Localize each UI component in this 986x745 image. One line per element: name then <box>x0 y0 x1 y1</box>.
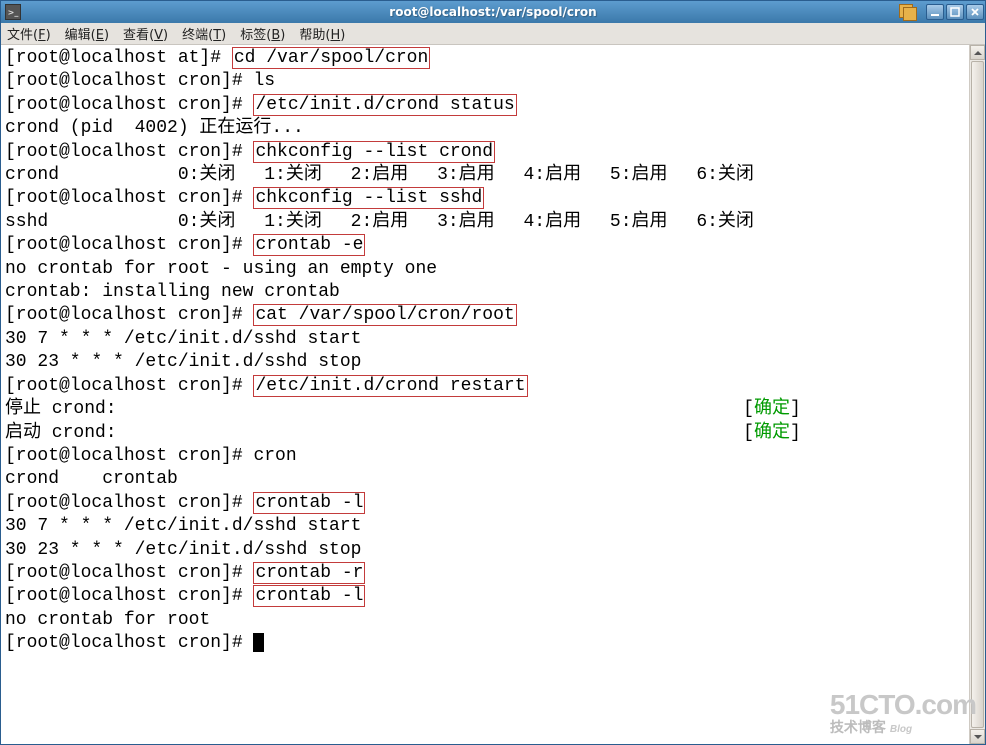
prompt: [root@localhost cron]# <box>5 142 253 162</box>
cmd-cd: cd /var/spool/cron <box>232 47 430 69</box>
window-stack-icon <box>897 3 917 21</box>
out-stop-crond: 停止 crond: <box>5 399 117 419</box>
cmd-crontab-l2: crontab -l <box>253 585 365 607</box>
prompt: [root@localhost cron]# <box>5 188 253 208</box>
menu-view[interactable]: 查看(V) <box>123 24 168 43</box>
menu-help[interactable]: 帮助(H) <box>299 24 345 43</box>
cmd-crontab-r: crontab -r <box>253 562 365 584</box>
titlebar: root@localhost:/var/spool/cron <box>1 1 985 23</box>
terminal-app-icon <box>5 4 21 20</box>
cmd-crond-restart: /etc/init.d/crond restart <box>253 375 527 397</box>
window-title: root@localhost:/var/spool/cron <box>1 5 985 19</box>
out-installing: crontab: installing new crontab <box>5 281 965 304</box>
out-tabcomplete: crond crontab <box>5 468 965 491</box>
cmd-crontab-l: crontab -l <box>253 492 365 514</box>
menu-tabs[interactable]: 标签(B) <box>240 24 285 43</box>
status-ok: 确定 <box>754 423 790 443</box>
out-cat1: 30 7 * * * /etc/init.d/sshd start <box>5 328 965 351</box>
prompt: [root@localhost cron]# <box>5 563 253 583</box>
vertical-scrollbar[interactable] <box>969 45 985 744</box>
scroll-down-button[interactable] <box>970 729 985 744</box>
out-list1: 30 7 * * * /etc/init.d/sshd start <box>5 515 965 538</box>
out-status: crond (pid 4002) 正在运行... <box>5 117 965 140</box>
out-start-crond: 启动 crond: <box>5 423 117 443</box>
out-cat2: 30 23 * * * /etc/init.d/sshd stop <box>5 351 965 374</box>
prompt: [root@localhost cron]# <box>5 235 253 255</box>
out-list2: 30 23 * * * /etc/init.d/sshd stop <box>5 539 965 562</box>
cmd-cron-tabcomplete: cron <box>253 446 296 466</box>
status-ok: 确定 <box>754 399 790 419</box>
prompt: [root@localhost cron]# <box>5 633 253 653</box>
titlebar-right-group <box>897 3 985 21</box>
prompt: [root@localhost cron]# <box>5 376 253 396</box>
prompt: [root@localhost cron]# <box>5 446 253 466</box>
menubar: 文件(F) 编辑(E) 查看(V) 终端(T) 标签(B) 帮助(H) <box>1 23 985 45</box>
prompt: [root@localhost cron]# <box>5 305 253 325</box>
cmd-chkconfig-sshd: chkconfig --list sshd <box>253 187 484 209</box>
out-no-crontab: no crontab for root - using an empty one <box>5 258 965 281</box>
cmd-cat-root: cat /var/spool/cron/root <box>253 304 516 326</box>
maximize-button[interactable] <box>946 4 964 20</box>
menu-edit[interactable]: 编辑(E) <box>65 24 109 43</box>
cmd-ls: ls <box>253 71 275 91</box>
scrollbar-thumb[interactable] <box>971 61 984 728</box>
cmd-chkconfig-crond: chkconfig --list crond <box>253 141 495 163</box>
prompt: [root@localhost cron]# <box>5 586 253 606</box>
prompt: [root@localhost cron]# <box>5 95 253 115</box>
cmd-crontab-e: crontab -e <box>253 234 365 256</box>
prompt: [root@localhost at]# <box>5 48 232 68</box>
prompt: [root@localhost cron]# <box>5 71 253 91</box>
chevron-down-icon <box>974 735 982 739</box>
scroll-up-button[interactable] <box>970 45 985 60</box>
terminal-output[interactable]: [root@localhost at]# cd /var/spool/cron[… <box>1 45 969 744</box>
menu-terminal[interactable]: 终端(T) <box>182 24 226 43</box>
out-chkconfig-sshd: sshd 0:关闭 1:关闭 2:启用 3:启用 4:启用 5:启用 6:关闭 <box>5 211 965 234</box>
terminal-window: root@localhost:/var/spool/cron 文件(F) 编辑(… <box>0 0 986 745</box>
close-button[interactable] <box>966 4 984 20</box>
cmd-crond-status: /etc/init.d/crond status <box>253 94 516 116</box>
menu-file[interactable]: 文件(F) <box>7 24 51 43</box>
text-cursor <box>253 633 264 652</box>
out-chkconfig-crond: crond 0:关闭 1:关闭 2:启用 3:启用 4:启用 5:启用 6:关闭 <box>5 164 965 187</box>
out-no-root: no crontab for root <box>5 609 965 632</box>
client-area: [root@localhost at]# cd /var/spool/cron[… <box>1 45 985 744</box>
minimize-button[interactable] <box>926 4 944 20</box>
chevron-up-icon <box>974 51 982 55</box>
prompt: [root@localhost cron]# <box>5 493 253 513</box>
